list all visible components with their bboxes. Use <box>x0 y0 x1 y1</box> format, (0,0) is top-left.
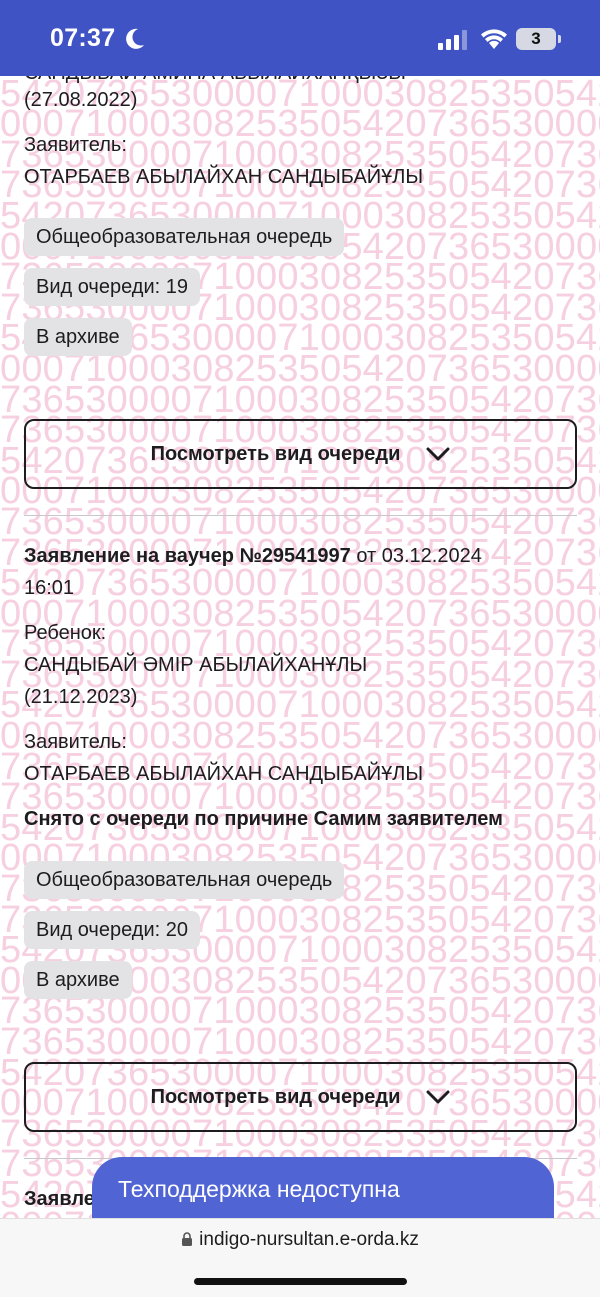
application-heading: Заявление на ваучер №29541997 от 03.12.2… <box>24 541 482 571</box>
watermark-line: 736530000710003082535054207365300 <box>0 500 600 543</box>
status-time: 07:37 <box>50 24 116 52</box>
signal-icon <box>438 30 467 50</box>
watermark-line: 736530000710003082535054207365300 <box>0 990 600 1033</box>
watermark-line: 736530000710003082535054207365300 <box>0 378 600 421</box>
view-queue-button-label: Посмотреть вид очереди <box>150 442 401 465</box>
support-chat-button[interactable]: Техподдержка недоступна <box>92 1157 554 1221</box>
child-name: САНДЫБАЙ ӘМІР АБЫЛАЙХАНҰЛЫ <box>24 654 368 676</box>
queue-type-badge: Общеобразовательная очередь <box>24 861 345 899</box>
application-time: 16:01 <box>24 577 75 599</box>
watermark-line: 736530000710003082535054207365307 <box>0 1021 600 1063</box>
applicant-name: ОТАРБАЕВ АБЫЛАЙХАН САНДЫБАЙҰЛЫ <box>24 763 424 785</box>
url-text: indigo-nursultan.e-orda.kz <box>199 1229 419 1250</box>
archive-badge: В архиве <box>24 961 132 999</box>
applicant-label: Заявитель: <box>24 134 127 156</box>
view-queue-button-label: Посмотреть вид очереди <box>150 1085 401 1108</box>
wifi-icon <box>481 29 507 49</box>
browser-address-bar[interactable]: indigo-nursultan.e-orda.kz <box>0 1218 600 1297</box>
watermark-line: 542073653000071000308253505420736 <box>0 562 600 605</box>
view-queue-button[interactable]: Посмотреть вид очереди <box>24 419 577 489</box>
address-field[interactable]: indigo-nursultan.e-orda.kz <box>0 1229 600 1251</box>
lock-icon <box>182 1232 193 1246</box>
queue-kind-badge: Вид очереди: 20 <box>24 911 200 949</box>
view-queue-button[interactable]: Посмотреть вид очереди <box>24 1062 577 1132</box>
child-birthdate: (21.12.2023) <box>24 686 138 708</box>
watermark-line: 000710003082535054207365300007100 <box>0 347 600 390</box>
child-birthdate: (27.08.2022) <box>24 89 138 111</box>
removal-reason: Снято с очереди по причине Самим заявите… <box>24 808 503 830</box>
divider <box>24 515 577 516</box>
application-date: от 03.12.2024 <box>350 545 482 567</box>
archive-badge: В архиве <box>24 318 132 356</box>
queue-type-badge: Общеобразовательная очередь <box>24 218 345 256</box>
child-label: Ребенок: <box>24 622 107 644</box>
moon-icon <box>126 28 144 49</box>
application-title: Заявле <box>24 1188 95 1210</box>
queue-kind-badge: Вид очереди: 19 <box>24 268 200 306</box>
home-indicator[interactable] <box>194 1278 407 1285</box>
battery-icon: 3 <box>516 28 561 50</box>
page-content: 736530000710003082535054207365307 5420736… <box>0 76 600 1218</box>
applicant-name: ОТАРБАЕВ АБЫЛАЙХАН САНДЫБАЙҰЛЫ <box>24 166 424 188</box>
application-title: Заявление на ваучер №29541997 <box>24 545 351 567</box>
chevron-down-icon <box>426 1090 450 1104</box>
applicant-label: Заявитель: <box>24 731 127 753</box>
chevron-down-icon <box>426 447 450 461</box>
status-bar: 07:37 3 <box>0 0 600 76</box>
